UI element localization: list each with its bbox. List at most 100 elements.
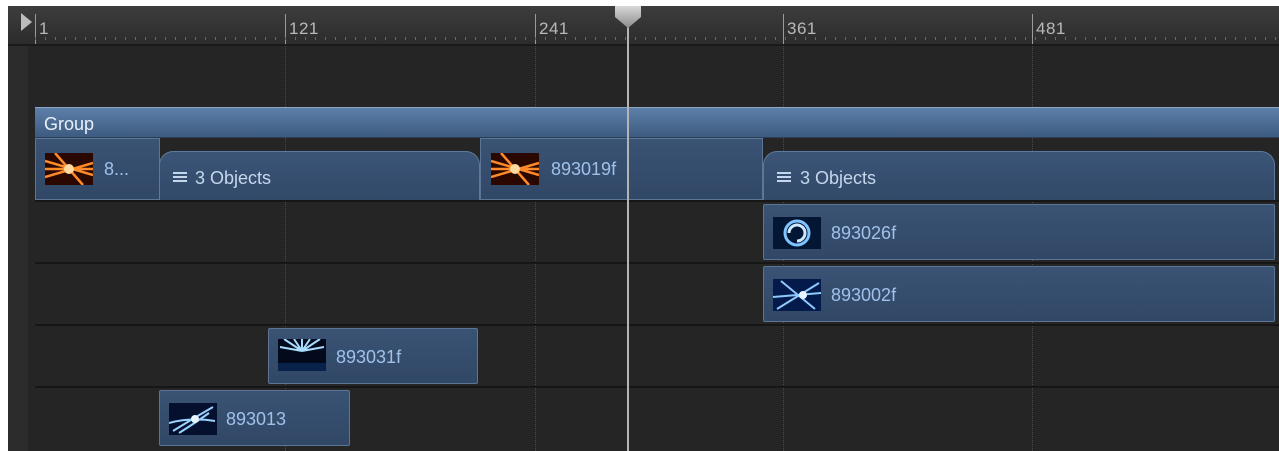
ruler-minor-tick [645,37,646,40]
ruler-minor-tick [705,37,706,40]
ruler-minor-tick [455,37,456,40]
ruler-tick [1032,14,1033,44]
ruler-minor-tick [65,37,66,40]
clip-thumbnail-orange-streaks [45,153,93,185]
layer-bar-893013[interactable]: 893013 [159,390,350,446]
ruler-minor-tick [595,37,596,40]
ruler-minor-tick [355,37,356,40]
ruler-minor-tick [75,37,76,40]
clip-label: 893019f [551,159,617,179]
list-icon [777,172,791,182]
ruler-minor-tick [1125,37,1126,40]
ruler-minor-tick [685,37,686,40]
ruler-minor-tick [35,37,36,40]
ruler-minor-tick [1155,37,1156,40]
ruler-tick [783,14,784,44]
ruler-minor-tick [995,37,996,40]
ruler-minor-tick [765,37,766,40]
group-label: Group [44,114,95,134]
clip-thumbnail-blue-swirl [773,217,821,249]
ruler-minor-tick [385,37,386,40]
ruler-minor-tick [165,37,166,40]
ruler-minor-tick [175,37,176,40]
playhead-line[interactable] [627,20,629,451]
ruler-minor-tick [785,37,786,40]
ruler-minor-tick [1185,37,1186,40]
ruler-minor-tick [925,37,926,40]
ruler-label-361: 361 [787,19,817,38]
ruler-minor-tick [955,37,956,40]
ruler-minor-tick [315,37,316,40]
ruler-minor-tick [835,37,836,40]
ruler-minor-tick [1115,37,1116,40]
layer-bar-clip-b[interactable]: 893019f [480,138,763,200]
row-separator [35,262,1279,264]
ruler-minor-tick [45,37,46,40]
ruler-minor-tick [475,37,476,40]
ruler-minor-tick [665,37,666,40]
ruler-minor-tick [345,37,346,40]
row-separator [35,200,1279,202]
layer-bar-893031f[interactable]: 893031f [268,328,478,384]
ruler-minor-tick [875,37,876,40]
ruler-minor-tick [935,37,936,40]
timeline-panel[interactable]: 1 121 241 361 481 Group 8... 3 Objects 8… [8,6,1279,451]
clip-thumbnail-blue-burst [278,339,326,371]
ruler-minor-tick [635,37,636,40]
ruler-minor-tick [245,37,246,40]
ruler-minor-tick [1005,37,1006,40]
ruler-minor-tick [425,37,426,40]
ruler-minor-tick [365,37,366,40]
objects-group-a[interactable]: 3 Objects [159,151,480,200]
ruler-label-1: 1 [39,19,49,38]
clip-label: 893002f [831,285,897,305]
ruler-minor-tick [115,37,116,40]
play-range-start-icon[interactable] [21,13,32,31]
ruler-minor-tick [205,37,206,40]
ruler-minor-tick [415,37,416,40]
ruler-label-481: 481 [1036,19,1066,38]
ruler-minor-tick [375,37,376,40]
ruler-minor-tick [135,37,136,40]
ruler-minor-tick [865,37,866,40]
ruler-minor-tick [945,37,946,40]
ruler-minor-tick [1025,37,1026,40]
ruler-minor-tick [815,37,816,40]
ruler-minor-tick [655,37,656,40]
ruler-minor-tick [915,37,916,40]
ruler-minor-tick [225,37,226,40]
ruler-minor-tick [715,37,716,40]
ruler-minor-tick [105,37,106,40]
ruler-minor-tick [285,37,286,40]
ruler-minor-tick [605,37,606,40]
clip-thumbnail-blue-lightning [169,403,217,435]
ruler-minor-tick [1055,37,1056,40]
ruler-minor-tick [615,37,616,40]
objects-group-b[interactable]: 3 Objects [763,151,1275,200]
ruler-minor-tick [985,37,986,40]
ruler-minor-tick [335,37,336,40]
clip-thumbnail-light-rays [773,279,821,311]
ruler-minor-tick [1065,37,1066,40]
ruler-minor-tick [585,37,586,40]
ruler-minor-tick [185,37,186,40]
ruler-minor-tick [845,37,846,40]
objects-label: 3 Objects [195,168,272,188]
ruler-divider [8,44,1279,46]
layer-bar-893026f[interactable]: 893026f [763,204,1275,260]
ruler-minor-tick [795,37,796,40]
ruler-minor-tick [725,37,726,40]
clip-label: 893013 [226,409,287,429]
ruler-minor-tick [1275,37,1276,40]
layer-bar-893002f[interactable]: 893002f [763,266,1275,322]
ruler-minor-tick [215,37,216,40]
layer-bar-clip-a[interactable]: 8... [35,138,160,200]
ruler-minor-tick [435,37,436,40]
ruler-minor-tick [95,37,96,40]
ruler-minor-tick [445,37,446,40]
ruler-minor-tick [1225,37,1226,40]
ruler-minor-tick [265,37,266,40]
ruler-minor-tick [1235,37,1236,40]
group-bar[interactable]: Group [35,107,1279,138]
time-ruler[interactable]: 1 121 241 361 481 [8,6,1279,44]
